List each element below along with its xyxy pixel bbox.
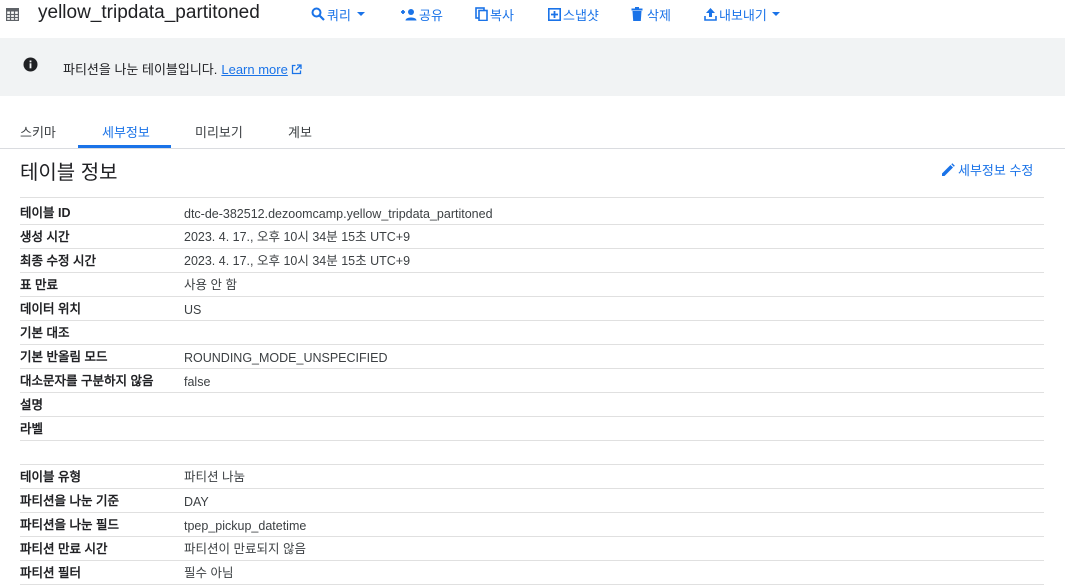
table-title: yellow_tripdata_partitoned (38, 2, 260, 23)
detail-row: 표 만료 사용 안 함 (20, 273, 1044, 297)
section-title: 테이블 정보 (20, 162, 118, 184)
detail-label: 생성 시간 (20, 230, 70, 244)
detail-label: 최종 수정 시간 (20, 254, 96, 268)
active-tab-indicator (78, 145, 171, 148)
tab-lineage[interactable]: 계보 (288, 122, 312, 141)
export-button[interactable]: 내보내기 (704, 5, 781, 23)
edit-details-button[interactable]: 세부정보 수정 (941, 160, 1033, 179)
tab-bar: 스키마 세부정보 미리보기 계보 (0, 112, 1065, 149)
detail-row: 생성 시간 2023. 4. 17., 오후 10시 34분 15초 UTC+9 (20, 225, 1044, 249)
detail-label: 파티션 만료 시간 (20, 542, 108, 556)
search-icon (311, 7, 325, 21)
query-label: 쿼리 (327, 7, 351, 23)
copy-label: 복사 (490, 7, 514, 23)
detail-value: 파티션이 만료되지 않음 (184, 542, 306, 556)
detail-value: 필수 아님 (184, 566, 234, 580)
detail-row: 테이블 유형 파티션 나눔 (20, 465, 1044, 489)
export-label: 내보내기 (719, 7, 767, 23)
detail-row: 파티션 만료 시간 파티션이 만료되지 않음 (20, 537, 1044, 561)
detail-value: 2023. 4. 17., 오후 10시 34분 15초 UTC+9 (184, 230, 411, 244)
banner-text: 파티션을 나눈 테이블입니다. (63, 62, 218, 77)
delete-icon (631, 7, 643, 21)
detail-label: 테이블 유형 (20, 470, 81, 484)
tab-schema[interactable]: 스키마 (20, 122, 56, 141)
copy-button[interactable]: 복사 (475, 5, 514, 23)
detail-row: 최종 수정 시간 2023. 4. 17., 오후 10시 34분 15초 UT… (20, 249, 1044, 273)
detail-label: 대소문자를 구분하지 않음 (20, 374, 154, 388)
detail-label: 테이블 ID (20, 206, 71, 220)
detail-row: 데이터 위치 US (20, 297, 1044, 321)
query-button[interactable]: 쿼리 (311, 5, 366, 23)
detail-label: 데이터 위치 (20, 302, 81, 316)
share-button[interactable]: 공유 (400, 5, 443, 23)
detail-row: 기본 반올림 모드 ROUNDING_MODE_UNSPECIFIED (20, 345, 1044, 369)
detail-row: 설명 (20, 393, 1044, 417)
banner-message: 파티션을 나눈 테이블입니다. Learn more (63, 59, 302, 78)
caret-down-icon (356, 12, 365, 16)
detail-label: 기본 반올림 모드 (20, 350, 108, 364)
detail-row: 테이블 ID dtc-de-382512.dezoomcamp.yellow_t… (20, 197, 1044, 225)
detail-value: tpep_pickup_datetime (184, 519, 307, 533)
divider-spacer (20, 441, 1044, 465)
detail-label: 파티션을 나눈 필드 (20, 518, 119, 532)
detail-value: US (184, 303, 202, 317)
detail-row: 대소문자를 구분하지 않음 false (20, 369, 1044, 393)
detail-row: 파티션을 나눈 필드 tpep_pickup_datetime (20, 513, 1044, 537)
pencil-icon (942, 162, 955, 176)
table-details: 테이블 ID dtc-de-382512.dezoomcamp.yellow_t… (20, 197, 1044, 585)
detail-row: 기본 대조 (20, 321, 1044, 345)
detail-row: 파티션을 나눈 기준 DAY (20, 489, 1044, 513)
external-link-icon[interactable] (291, 64, 302, 75)
delete-label: 삭제 (647, 7, 671, 23)
delete-button[interactable]: 삭제 (631, 5, 671, 23)
snapshot-icon (548, 7, 561, 21)
caret-down-icon (771, 12, 780, 16)
edit-details-label: 세부정보 수정 (958, 163, 1034, 178)
detail-value: 2023. 4. 17., 오후 10시 34분 15초 UTC+9 (184, 254, 411, 268)
tab-preview[interactable]: 미리보기 (195, 122, 243, 141)
snapshot-label: 스냅샷 (563, 7, 599, 23)
share-label: 공유 (419, 7, 443, 23)
partition-info-banner: 파티션을 나눈 테이블입니다. Learn more (0, 38, 1065, 96)
upload-icon (704, 8, 717, 21)
detail-value: DAY (184, 495, 209, 509)
detail-row: 파티션 필터 필수 아님 (20, 561, 1044, 585)
detail-row: 라벨 (20, 417, 1044, 441)
detail-value: ROUNDING_MODE_UNSPECIFIED (184, 351, 388, 365)
detail-label: 파티션을 나눈 기준 (20, 494, 119, 508)
info-icon (23, 57, 38, 72)
copy-icon (475, 7, 488, 21)
detail-label: 설명 (20, 398, 44, 412)
toolbar: yellow_tripdata_partitoned 쿼리 공유 복사 스냅샷 (0, 0, 1065, 38)
tab-details[interactable]: 세부정보 (102, 122, 150, 141)
detail-label: 표 만료 (20, 278, 58, 292)
detail-value: dtc-de-382512.dezoomcamp.yellow_tripdata… (184, 207, 493, 221)
table-icon (6, 8, 19, 21)
person-add-icon (401, 8, 417, 20)
learn-more-link[interactable]: Learn more (221, 62, 287, 77)
detail-value: false (184, 375, 211, 389)
detail-value: 파티션 나눔 (184, 470, 245, 484)
detail-label: 라벨 (20, 422, 44, 436)
detail-label: 기본 대조 (20, 326, 70, 340)
snapshot-button[interactable]: 스냅샷 (548, 5, 599, 23)
detail-label: 파티션 필터 (20, 566, 81, 580)
detail-value: 사용 안 함 (184, 278, 237, 292)
